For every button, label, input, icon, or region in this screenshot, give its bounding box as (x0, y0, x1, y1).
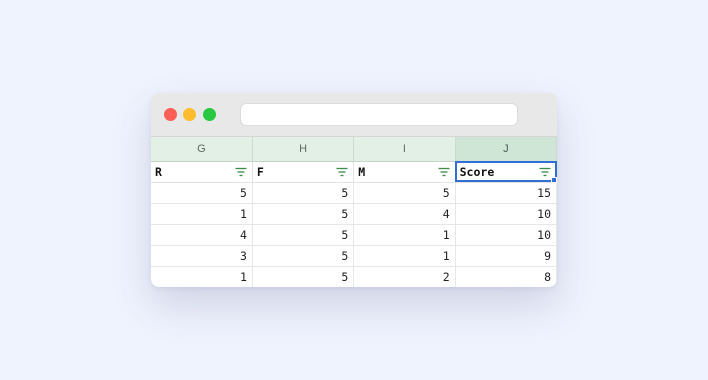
table-cell[interactable]: 5 (252, 203, 355, 225)
column-header-i[interactable]: I (353, 137, 456, 162)
filter-icon[interactable] (235, 167, 247, 177)
table-row: 3 5 1 9 (151, 245, 557, 267)
title-bar (151, 93, 557, 137)
table-cell[interactable]: 10 (455, 203, 557, 225)
table-cell[interactable]: 1 (151, 203, 253, 225)
table-cell[interactable]: 1 (353, 245, 456, 267)
table-cell[interactable]: 4 (353, 203, 456, 225)
browser-window: G H I J R F M Score 5 5 5 15 1 5 4 10 4 … (151, 93, 557, 287)
maximize-window-button[interactable] (203, 108, 216, 121)
table-row: 5 5 5 15 (151, 182, 557, 204)
filter-icon[interactable] (336, 167, 348, 177)
table-cell[interactable]: 2 (353, 266, 456, 287)
field-header-row: R F M Score (151, 161, 557, 183)
filter-icon[interactable] (438, 167, 450, 177)
column-header-row: G H I J (151, 137, 557, 162)
column-header-h[interactable]: H (252, 137, 355, 162)
table-row: 1 5 4 10 (151, 203, 557, 225)
fill-handle[interactable] (551, 176, 557, 183)
filter-icon[interactable] (539, 167, 551, 177)
table-cell[interactable]: 15 (455, 182, 557, 204)
table-cell[interactable]: 5 (252, 245, 355, 267)
selected-field-header-cell[interactable]: Score (455, 161, 557, 183)
table-cell[interactable]: 10 (455, 224, 557, 246)
table-cell[interactable]: 4 (151, 224, 253, 246)
table-cell[interactable]: 5 (353, 182, 456, 204)
field-header-label: Score (459, 164, 495, 179)
table-cell[interactable]: 1 (151, 266, 253, 287)
field-header-label: F (256, 164, 264, 179)
table-cell[interactable]: 9 (455, 245, 557, 267)
field-header-label: M (358, 164, 366, 179)
table-cell[interactable]: 5 (151, 182, 253, 204)
close-window-button[interactable] (164, 108, 177, 121)
table-row: 1 5 2 8 (151, 266, 557, 287)
table-cell[interactable]: 3 (151, 245, 253, 267)
table-cell[interactable]: 1 (353, 224, 456, 246)
field-header-cell[interactable]: M (353, 161, 456, 183)
table-cell[interactable]: 8 (455, 266, 557, 287)
minimize-window-button[interactable] (183, 108, 196, 121)
spreadsheet-grid: G H I J R F M Score 5 5 5 15 1 5 4 10 4 … (151, 137, 557, 287)
table-cell[interactable]: 5 (252, 182, 355, 204)
table-row: 4 5 1 10 (151, 224, 557, 246)
field-header-cell[interactable]: R (151, 161, 253, 183)
column-header-g[interactable]: G (151, 137, 253, 162)
address-bar[interactable] (240, 103, 518, 126)
table-cell[interactable]: 5 (252, 224, 355, 246)
field-header-label: R (155, 164, 162, 179)
column-header-j[interactable]: J (455, 137, 557, 162)
field-header-cell[interactable]: F (252, 161, 355, 183)
table-cell[interactable]: 5 (252, 266, 355, 287)
